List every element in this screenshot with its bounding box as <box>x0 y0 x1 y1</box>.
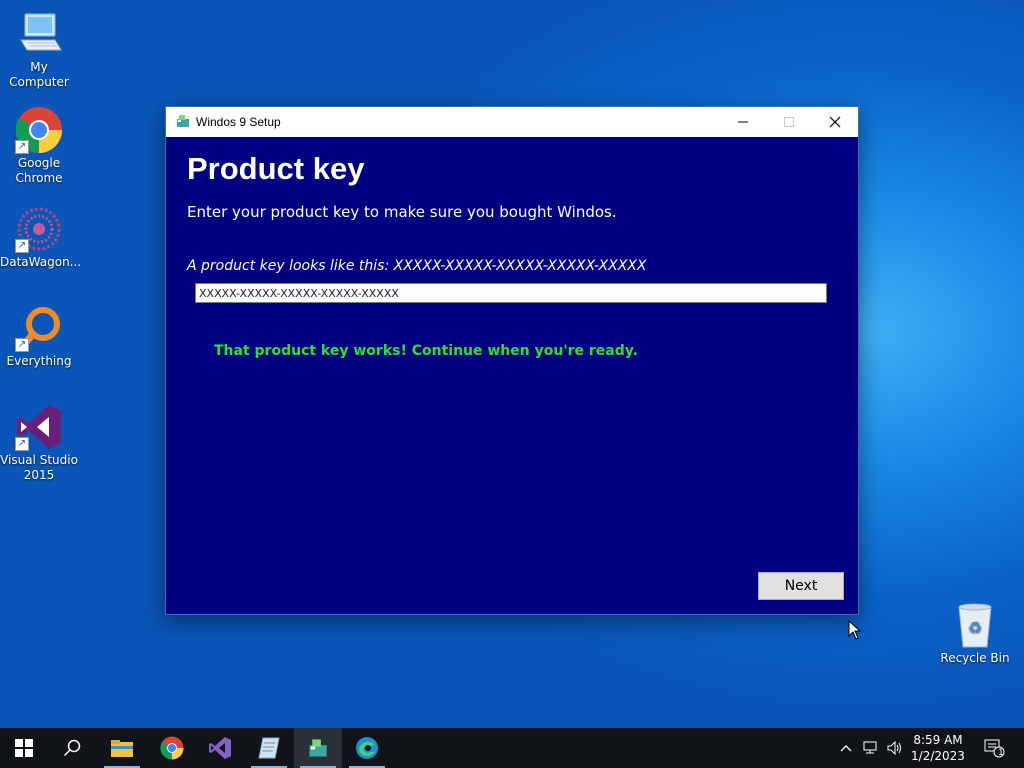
desktop-icon-google-chrome[interactable]: ↗ Google Chrome <box>0 106 78 186</box>
maximize-icon <box>784 117 794 127</box>
shortcut-arrow-icon: ↗ <box>15 239 29 253</box>
network-icon <box>863 741 877 754</box>
desktop-icon-recycle-bin[interactable]: ♻ Recycle Bin <box>936 601 1014 666</box>
visual-studio-icon <box>209 737 231 759</box>
window-title: Windos 9 Setup <box>196 115 281 129</box>
speaker-icon <box>887 741 901 755</box>
svg-text:♻: ♻ <box>968 618 982 637</box>
clock-time: 8:59 AM <box>913 733 963 747</box>
notepad-icon <box>258 737 280 759</box>
windows-logo-icon <box>15 739 33 757</box>
page-subtitle: Enter your product key to make sure you … <box>187 203 617 221</box>
taskbar-chrome[interactable] <box>148 728 196 768</box>
chrome-icon <box>160 736 184 760</box>
desktop-icon-label: DataWagon... <box>0 255 82 269</box>
setup-window: Windos 9 Setup Product key Enter your pr… <box>165 106 859 615</box>
taskbar-file-explorer[interactable] <box>98 728 146 768</box>
mouse-cursor-icon <box>848 620 862 640</box>
maximize-button[interactable] <box>766 107 812 137</box>
status-message: That product key works! Continue when yo… <box>214 343 638 359</box>
chevron-up-icon <box>840 745 852 752</box>
notification-count-badge: 1 <box>998 748 1004 758</box>
close-button[interactable] <box>812 107 858 137</box>
window-titlebar[interactable]: Windos 9 Setup <box>166 107 858 137</box>
shortcut-arrow-icon: ↗ <box>15 338 29 352</box>
setup-icon <box>309 739 327 757</box>
taskbar-clock[interactable]: 8:59 AM 1/2/2023 <box>903 732 973 764</box>
desktop-icon-datawagon[interactable]: ↗ DataWagon... <box>0 205 82 270</box>
desktop-icon-visual-studio[interactable]: ↗ Visual Studio 2015 <box>0 403 78 483</box>
desktop-icon-label: Recycle Bin <box>940 651 1010 665</box>
recycle-bin-icon: ♻ <box>951 601 999 649</box>
desktop-icon-label: Everything <box>6 354 72 368</box>
taskbar-app[interactable] <box>245 728 293 768</box>
notification-center-button[interactable]: 1 <box>978 728 1010 768</box>
show-hidden-icons-button[interactable] <box>836 728 856 768</box>
desktop-icon-my-computer[interactable]: My Computer <box>0 10 78 90</box>
edge-icon <box>356 737 378 759</box>
product-key-input[interactable] <box>195 283 827 303</box>
taskbar-edge[interactable] <box>343 728 391 768</box>
file-explorer-icon <box>111 740 133 757</box>
taskbar-visual-studio[interactable] <box>196 728 244 768</box>
desktop-icon-label: Visual Studio 2015 <box>0 453 78 482</box>
close-icon <box>829 116 841 128</box>
next-button[interactable]: Next <box>758 572 844 600</box>
start-button[interactable] <box>0 728 48 768</box>
everything-search-icon: ↗ <box>15 304 63 352</box>
search-icon <box>63 739 81 757</box>
chrome-icon: ↗ <box>15 106 63 154</box>
taskbar: 8:59 AM 1/2/2023 1 <box>0 728 1024 768</box>
product-key-hint: A product key looks like this: XXXXX-XXX… <box>187 258 647 274</box>
desktop-icon-everything[interactable]: ↗ Everything <box>0 304 78 369</box>
desktop: My Computer ↗ Google Chrome ↗ DataWagon.… <box>0 0 1024 728</box>
shortcut-arrow-icon: ↗ <box>15 437 29 451</box>
desktop-icon-label: Google Chrome <box>15 156 63 185</box>
datawagon-icon: ↗ <box>15 205 63 253</box>
network-button[interactable] <box>860 728 882 768</box>
setup-app-icon <box>176 114 190 128</box>
taskbar-setup[interactable] <box>294 728 342 768</box>
window-content: Product key Enter your product key to ma… <box>166 137 858 614</box>
page-title: Product key <box>187 151 365 186</box>
shortcut-arrow-icon: ↗ <box>15 140 29 154</box>
search-button[interactable] <box>48 728 96 768</box>
desktop-icon-label: My Computer <box>9 60 69 89</box>
computer-icon <box>15 10 63 58</box>
minimize-button[interactable] <box>720 107 766 137</box>
clock-date: 1/2/2023 <box>911 749 965 763</box>
visual-studio-icon: ↗ <box>15 403 63 451</box>
minimize-icon <box>738 121 748 123</box>
